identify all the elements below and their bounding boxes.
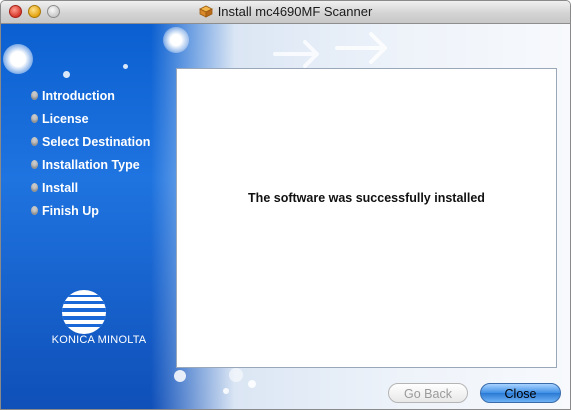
step-bullet-icon <box>31 206 38 215</box>
installer-window: Install mc4690MF Scanner Introduction Li… <box>0 0 571 410</box>
step-installation-type: Installation Type <box>21 153 150 176</box>
title-bar[interactable]: Install mc4690MF Scanner <box>1 1 570 24</box>
step-bullet-icon <box>31 160 38 169</box>
close-button[interactable]: Close <box>480 383 561 403</box>
step-label: Installation Type <box>42 157 140 172</box>
decorative-bubble <box>3 44 33 74</box>
brand-name: KONICA MINOLTA <box>51 334 147 346</box>
package-installer-icon <box>198 5 213 21</box>
decorative-bubble <box>63 71 70 78</box>
installer-steps: Introduction License Select Destination … <box>21 84 150 222</box>
step-label: Select Destination <box>42 134 151 149</box>
step-bullet-icon <box>31 183 38 192</box>
window-title: Install mc4690MF Scanner <box>217 4 373 19</box>
step-bullet-icon <box>31 91 38 100</box>
decorative-bubble <box>223 388 229 394</box>
step-label: License <box>42 111 89 126</box>
step-select-destination: Select Destination <box>21 130 150 153</box>
content-pane: The software was successfully installed <box>176 68 557 368</box>
step-finish-up: Finish Up <box>21 199 150 222</box>
konica-minolta-logo-icon <box>61 289 107 340</box>
decorative-bubble <box>163 27 189 53</box>
step-label: Introduction <box>42 88 115 103</box>
step-bullet-icon <box>31 137 38 146</box>
decorative-bubble <box>174 370 186 382</box>
window-title-wrap: Install mc4690MF Scanner <box>1 4 570 21</box>
decorative-bubble <box>229 368 243 382</box>
step-bullet-icon <box>31 114 38 123</box>
success-message: The software was successfully installed <box>248 191 485 205</box>
go-back-button[interactable]: Go Back <box>388 383 468 403</box>
decorative-arrows-icon <box>271 28 401 73</box>
decorative-bubble <box>123 64 128 69</box>
step-label: Finish Up <box>42 203 99 218</box>
step-install: Install <box>21 176 150 199</box>
step-label: Install <box>42 180 79 195</box>
step-license: License <box>21 107 150 130</box>
decorative-bubble <box>248 380 256 388</box>
step-introduction: Introduction <box>21 84 150 107</box>
